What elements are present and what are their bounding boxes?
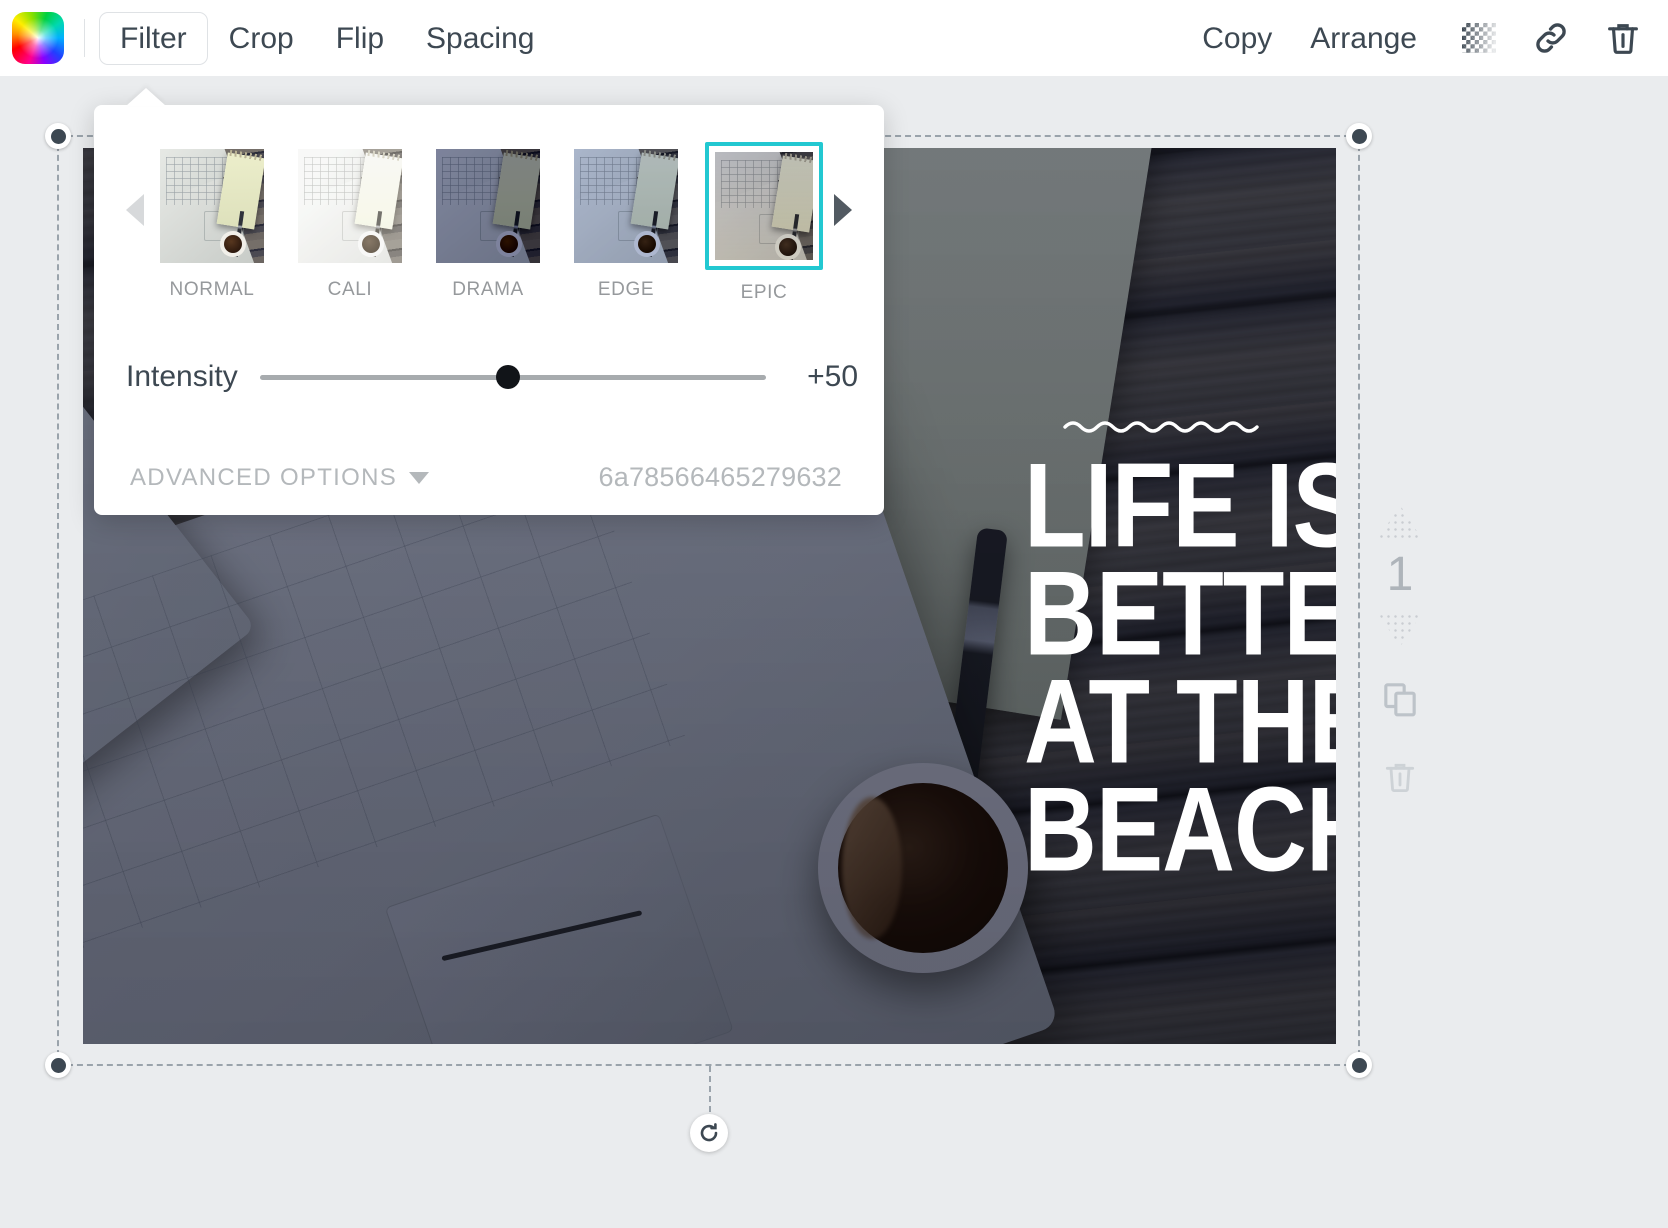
preview-grade xyxy=(436,149,540,263)
delete-icon xyxy=(1385,763,1415,793)
filter-thumb-frame xyxy=(294,145,406,267)
filter-thumb-frame xyxy=(570,145,682,267)
trash-icon xyxy=(1608,24,1638,54)
preview-grade xyxy=(574,149,678,263)
chevron-right-icon xyxy=(834,194,852,226)
panel-pointer xyxy=(126,88,166,106)
preview-grade xyxy=(298,149,402,263)
chevron-left-icon xyxy=(126,194,144,226)
filter-thumb-list: NORMAL CALI DRAMA EDGE EPIC xyxy=(156,142,823,304)
filter-label: CALI xyxy=(327,279,373,300)
resize-handle-bottom-right[interactable] xyxy=(1346,1052,1372,1078)
intensity-label: Intensity xyxy=(126,360,238,393)
transparency-checker-icon xyxy=(1462,23,1496,53)
panel-footer: ADVANCED OPTIONS 6a78566465279632 xyxy=(94,462,884,493)
tab-spacing[interactable]: Spacing xyxy=(405,12,555,65)
panel-id: 6a78566465279632 xyxy=(598,462,842,492)
filter-preview-image xyxy=(574,149,678,263)
filter-label: EPIC xyxy=(740,282,788,303)
resize-handle-bottom-left[interactable] xyxy=(45,1052,71,1078)
rotate-icon xyxy=(700,1123,717,1142)
filter-filmstrip: NORMAL CALI DRAMA EDGE EPIC xyxy=(94,105,884,304)
filter-label: DRAMA xyxy=(452,279,524,300)
filter-thumb-frame-selected xyxy=(705,142,823,270)
filter-thumb-edge[interactable]: EDGE xyxy=(570,145,682,304)
filter-panel: NORMAL CALI DRAMA EDGE EPIC Intensity +5… xyxy=(94,88,884,515)
slider-thumb[interactable] xyxy=(495,365,520,389)
layer-down-triangle-icon[interactable] xyxy=(1378,613,1422,647)
link-icon xyxy=(1536,23,1566,53)
filter-thumb-normal[interactable]: NORMAL xyxy=(156,145,268,304)
transparency-button[interactable] xyxy=(1452,11,1506,65)
tab-filter[interactable]: Filter xyxy=(99,11,208,65)
intensity-row: Intensity +50 xyxy=(94,304,884,394)
filter-preview-image xyxy=(436,149,540,263)
layer-up-triangle-icon[interactable] xyxy=(1378,505,1422,539)
filter-preview-image xyxy=(298,149,402,263)
filter-thumb-epic[interactable]: EPIC xyxy=(705,142,823,304)
top-toolbar: Filter Crop Flip Spacing Copy Arrange xyxy=(0,0,1668,76)
rotate-handle[interactable] xyxy=(689,1114,728,1152)
delete-layer-button[interactable] xyxy=(1381,758,1419,801)
filter-thumb-drama[interactable]: DRAMA xyxy=(432,145,544,304)
filter-next-button[interactable] xyxy=(828,145,858,275)
tab-crop[interactable]: Crop xyxy=(208,12,315,65)
editor-root: Filter Crop Flip Spacing Copy Arrange LI… xyxy=(0,0,1668,1228)
intensity-value: +50 xyxy=(807,360,858,393)
color-wheel-icon[interactable] xyxy=(12,12,64,64)
filter-preview-image xyxy=(715,152,813,260)
link-button[interactable] xyxy=(1524,11,1578,65)
duplicate-icon xyxy=(1384,683,1416,717)
toolbar-divider xyxy=(84,19,85,57)
filter-prev-button[interactable] xyxy=(120,145,150,275)
arrange-button[interactable]: Arrange xyxy=(1293,12,1434,65)
filter-thumb-frame xyxy=(156,145,268,267)
preview-grade xyxy=(715,152,813,260)
filter-thumb-frame xyxy=(432,145,544,267)
filter-thumb-cali[interactable]: CALI xyxy=(294,145,406,304)
duplicate-button[interactable] xyxy=(1380,679,1420,724)
tab-flip[interactable]: Flip xyxy=(315,12,405,65)
copy-button[interactable]: Copy xyxy=(1185,12,1289,65)
advanced-options-label: ADVANCED OPTIONS xyxy=(130,463,398,491)
layer-count: 1 xyxy=(1386,548,1414,601)
delete-button[interactable] xyxy=(1596,11,1650,65)
toolbar-right-group: Copy Arrange xyxy=(1185,11,1668,65)
caret-down-icon xyxy=(409,471,430,484)
resize-handle-top-left[interactable] xyxy=(45,123,71,149)
preview-grade xyxy=(160,149,264,263)
filter-label: NORMAL xyxy=(169,279,255,300)
intensity-slider[interactable] xyxy=(259,364,766,390)
filter-label: EDGE xyxy=(597,279,655,300)
resize-handle-top-right[interactable] xyxy=(1346,123,1372,149)
layer-rail: 1 xyxy=(1370,505,1430,801)
filter-preview-image xyxy=(160,149,264,263)
advanced-options-toggle[interactable]: ADVANCED OPTIONS xyxy=(130,463,430,492)
